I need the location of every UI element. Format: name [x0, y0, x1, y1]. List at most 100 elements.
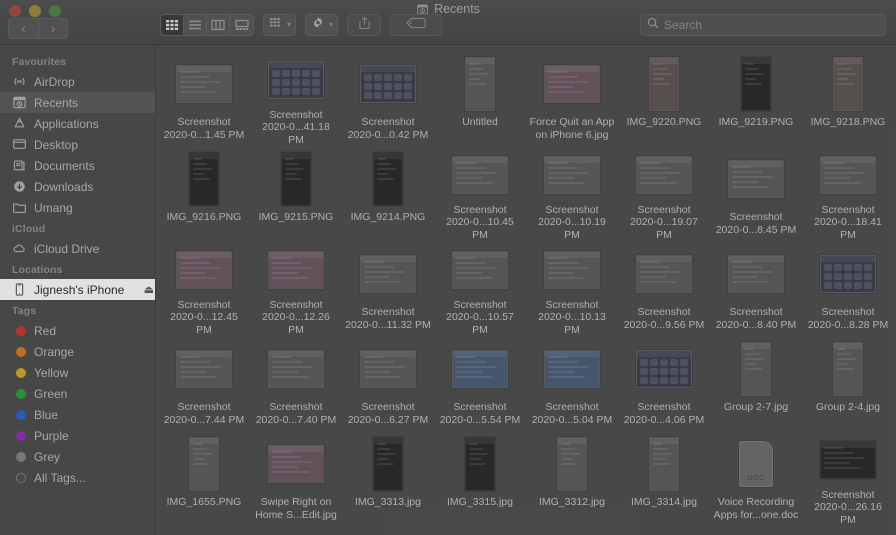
file-item[interactable]: Screenshot 2020-0...41.18 PM [250, 51, 342, 146]
sidebar-item-red[interactable]: Red [0, 320, 155, 341]
file-item[interactable]: Screenshot 2020-0...8.45 PM [710, 146, 802, 241]
file-item[interactable]: IMG_3315.jpg [434, 431, 526, 526]
sidebar-item-recents[interactable]: Recents [0, 92, 155, 113]
sidebar-item-purple[interactable]: Purple [0, 425, 155, 446]
file-item[interactable]: Force Quit an App on iPhone 6.jpg [526, 51, 618, 146]
zoom-button[interactable] [49, 5, 61, 17]
sidebar-item-umang[interactable]: Umang [0, 197, 155, 218]
file-item[interactable] [526, 526, 618, 535]
file-item[interactable]: Screenshot 2020-0...10.19 PM [526, 146, 618, 241]
file-item[interactable] [710, 526, 802, 535]
sidebar-item-downloads[interactable]: Downloads [0, 176, 155, 197]
file-item[interactable]: Screenshot 2020-0...8.28 PM [802, 241, 894, 336]
file-item[interactable]: Screenshot 2020-0...7.40 PM [250, 336, 342, 431]
file-item[interactable] [158, 526, 250, 535]
file-item[interactable]: IMG_3313.jpg [342, 431, 434, 526]
file-item[interactable]: IMG_9220.PNG [618, 51, 710, 146]
search-field[interactable]: Search [640, 14, 886, 36]
file-name-label: Voice Recording Apps for...one.doc [714, 496, 799, 521]
file-item[interactable]: IMG_1655.PNG [158, 431, 250, 526]
close-button[interactable] [9, 5, 21, 17]
group-by-button[interactable]: ▾ [263, 14, 297, 36]
file-thumbnail [544, 251, 600, 290]
back-button[interactable]: ‹ [8, 18, 38, 39]
file-item[interactable]: Group 2-7.jpg [710, 336, 802, 431]
sidebar-item-label: Purple [34, 428, 69, 443]
file-thumbnail-wrap [820, 530, 876, 535]
sidebar-item-airdrop[interactable]: AirDrop [0, 71, 155, 92]
file-item[interactable]: Screenshot 2020-0...4.06 PM [618, 336, 710, 431]
file-item[interactable]: Screenshot 2020-0...5.54 PM [434, 336, 526, 431]
file-thumbnail-wrap [189, 435, 219, 493]
share-button[interactable] [347, 14, 382, 36]
sidebar-item-applications[interactable]: Applications [0, 113, 155, 134]
gallery-view-button[interactable] [230, 15, 253, 35]
file-item[interactable]: Screenshot 2020-0...7.44 PM [158, 336, 250, 431]
file-item[interactable]: Screenshot 2020-0...1.45 PM [158, 51, 250, 146]
file-item[interactable]: Screenshot 2020-0...8.40 PM [710, 241, 802, 336]
tag-icon [406, 16, 426, 34]
file-item[interactable]: IMG_3312.jpg [526, 431, 618, 526]
file-item[interactable] [434, 526, 526, 535]
file-item[interactable]: IMG_9216.PNG [158, 146, 250, 241]
sidebar-item-label: Green [34, 386, 68, 401]
file-item[interactable] [618, 526, 710, 535]
file-thumbnail-wrap: DOC [739, 435, 773, 493]
file-item[interactable]: Screenshot 2020-0...5.04 PM [526, 336, 618, 431]
sidebar-item-grey[interactable]: Grey [0, 446, 155, 467]
file-item[interactable]: Group 2-4.jpg [802, 336, 894, 431]
file-item[interactable]: IMG_3314.jpg [618, 431, 710, 526]
file-item[interactable]: Screenshot 2020-0...10.57 PM [434, 241, 526, 336]
file-thumbnail-wrap [281, 150, 311, 208]
file-item[interactable]: IMG_9214.PNG [342, 146, 434, 241]
file-item[interactable]: IMG_9215.PNG [250, 146, 342, 241]
file-browser-content[interactable]: Screenshot 2020-0...1.45 PM Screenshot 2020… [156, 45, 896, 535]
column-view-button[interactable] [207, 15, 230, 35]
file-item[interactable]: Screenshot 2020-0...10.45 PM [434, 146, 526, 241]
sidebar-item-documents[interactable]: Documents [0, 155, 155, 176]
search-input[interactable]: Search [664, 18, 702, 32]
sidebar-item-yellow[interactable]: Yellow [0, 362, 155, 383]
file-item[interactable] [342, 526, 434, 535]
file-item[interactable]: Screenshot 2020-0...18.41 PM [802, 146, 894, 241]
file-name-line: Screenshot [269, 298, 323, 311]
sidebar-item-icloud-drive[interactable]: iCloud Drive [0, 238, 155, 259]
file-item[interactable]: IMG_9219.PNG [710, 51, 802, 146]
file-item[interactable]: Screenshot 2020-0...11.32 PM [342, 241, 434, 336]
file-item[interactable]: Screenshot 2020-0...12.26 PM [250, 241, 342, 336]
tag-dot-icon [12, 365, 27, 380]
file-item[interactable]: DOC Voice Recording Apps for...one.doc [710, 431, 802, 526]
file-name-line: Screenshot [637, 203, 691, 216]
forward-button[interactable]: › [38, 18, 68, 39]
action-menu-button[interactable]: ▾ [305, 14, 339, 36]
file-name-line: 2020-0...10.13 PM [538, 311, 606, 336]
file-item[interactable]: Screenshot 2020-0...19.07 PM [618, 146, 710, 241]
file-name-label: Screenshot 2020-0...26.16 PM [805, 489, 891, 527]
file-item[interactable]: Screenshot 2020-0...0.42 PM [342, 51, 434, 146]
file-item[interactable]: Screenshot 2020-0...12.45 PM [158, 241, 250, 336]
sidebar-item-blue[interactable]: Blue [0, 404, 155, 425]
sidebar-item-label: Grey [34, 449, 61, 464]
file-item[interactable]: Screenshot 2020-0...6.27 PM [342, 336, 434, 431]
sidebar-item-orange[interactable]: Orange [0, 341, 155, 362]
file-item[interactable]: Untitled [434, 51, 526, 146]
sidebar-item-jignesh-s-iphone[interactable]: Jignesh's iPhone ⏏ [0, 279, 155, 300]
file-name-label: Screenshot 2020-0...11.32 PM [345, 306, 431, 331]
file-item[interactable]: Screenshot 2020-0...10.13 PM [526, 241, 618, 336]
file-item[interactable] [250, 526, 342, 535]
icon-view-button[interactable] [161, 15, 184, 35]
edit-tags-button[interactable] [390, 14, 443, 36]
sidebar-item-desktop[interactable]: Desktop [0, 134, 155, 155]
file-thumbnail-wrap [544, 530, 600, 535]
file-thumbnail [176, 350, 232, 388]
minimize-button[interactable] [29, 5, 41, 17]
eject-icon[interactable]: ⏏ [144, 283, 154, 296]
file-item[interactable]: Screenshot 2020-0...26.16 PM [802, 431, 894, 526]
file-item[interactable] [802, 526, 894, 535]
list-view-button[interactable] [184, 15, 207, 35]
file-item[interactable]: IMG_9218.PNG [802, 51, 894, 146]
file-item[interactable]: Swipe Right on Home S...Edit.jpg [250, 431, 342, 526]
sidebar-item-green[interactable]: Green [0, 383, 155, 404]
sidebar-item-all-tags[interactable]: All Tags... [0, 467, 155, 488]
file-item[interactable]: Screenshot 2020-0...9.56 PM [618, 241, 710, 336]
